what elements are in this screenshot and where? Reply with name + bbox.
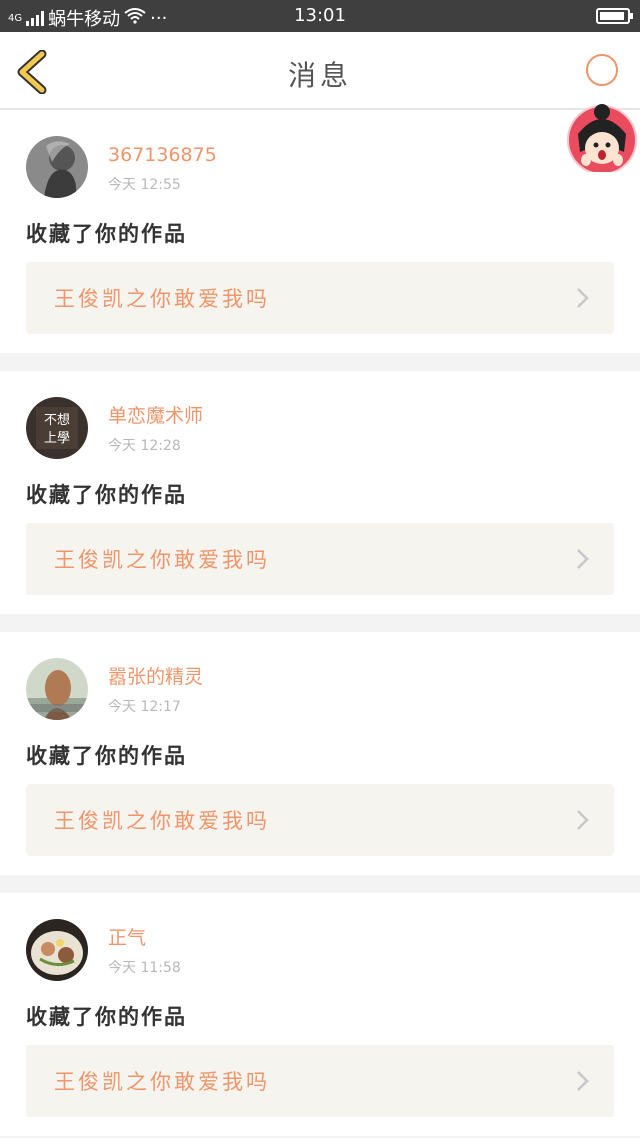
action-text: 收藏了你的作品 [26, 222, 187, 246]
message-header: 367136875 今天 12:55 [26, 136, 217, 198]
work-title: 王俊凯之你敢爱我吗 [54, 809, 270, 833]
avatar[interactable] [26, 919, 88, 981]
username[interactable]: 嚣张的精灵 [108, 666, 203, 688]
work-link[interactable]: 王俊凯之你敢爱我吗 [26, 784, 614, 856]
nav-bar: 消息 [0, 32, 640, 175]
username[interactable]: 正气 [108, 927, 181, 949]
message-card[interactable]: 正气 今天 11:58 收藏了你的作品 王俊凯之你敢爱我吗 [0, 893, 640, 1136]
timestamp: 今天 12:28 [108, 438, 181, 454]
work-link[interactable]: 王俊凯之你敢爱我吗 [26, 262, 614, 334]
work-link[interactable]: 王俊凯之你敢爱我吗 [26, 1045, 614, 1117]
chevron-right-icon [577, 549, 589, 569]
message-card[interactable]: 367136875 今天 12:55 收藏了你的作品 王俊凯之你敢爱我吗 [0, 110, 640, 353]
page-title: 消息 [287, 59, 352, 92]
work-title: 王俊凯之你敢爱我吗 [54, 548, 270, 572]
message-header: 不想 上學 单恋魔术师 今天 12:28 [26, 397, 203, 459]
message-header: 正气 今天 11:58 [26, 919, 181, 981]
message-meta: 单恋魔术师 今天 12:28 [108, 405, 203, 455]
message-header: 嚣张的精灵 今天 12:17 [26, 658, 203, 720]
message-meta: 正气 今天 11:58 [108, 927, 181, 977]
work-title: 王俊凯之你敢爱我吗 [54, 1070, 270, 1094]
message-meta: 嚣张的精灵 今天 12:17 [108, 666, 203, 716]
avatar-text: 不想 [44, 412, 70, 428]
message-card[interactable]: 嚣张的精灵 今天 12:17 收藏了你的作品 王俊凯之你敢爱我吗 [0, 632, 640, 875]
avatar[interactable] [26, 658, 88, 720]
status-bar: 4G 蜗牛移动 ··· 13:01 [0, 0, 640, 32]
mascot-pendant-icon[interactable] [566, 52, 638, 175]
action-text: 收藏了你的作品 [26, 1005, 187, 1029]
message-meta: 367136875 今天 12:55 [108, 144, 217, 194]
work-link[interactable]: 王俊凯之你敢爱我吗 [26, 523, 614, 595]
battery-icon [596, 8, 633, 24]
chevron-right-icon [577, 1071, 589, 1091]
avatar[interactable]: 不想 上學 [26, 397, 88, 459]
message-card[interactable]: 不想 上學 单恋魔术师 今天 12:28 收藏了你的作品 王俊凯之你敢爱我吗 [0, 371, 640, 614]
timestamp: 今天 12:17 [108, 699, 181, 715]
timestamp: 今天 12:55 [108, 177, 181, 193]
avatar-text: 上學 [44, 431, 70, 446]
chevron-right-icon [577, 810, 589, 830]
action-text: 收藏了你的作品 [26, 744, 187, 768]
clock: 13:01 [294, 5, 346, 26]
action-text: 收藏了你的作品 [26, 483, 187, 507]
username[interactable]: 单恋魔术师 [108, 405, 203, 427]
chevron-right-icon [577, 288, 589, 308]
avatar[interactable] [26, 136, 88, 198]
username[interactable]: 367136875 [108, 144, 217, 166]
work-title: 王俊凯之你敢爱我吗 [54, 287, 270, 311]
timestamp: 今天 11:58 [108, 960, 181, 976]
